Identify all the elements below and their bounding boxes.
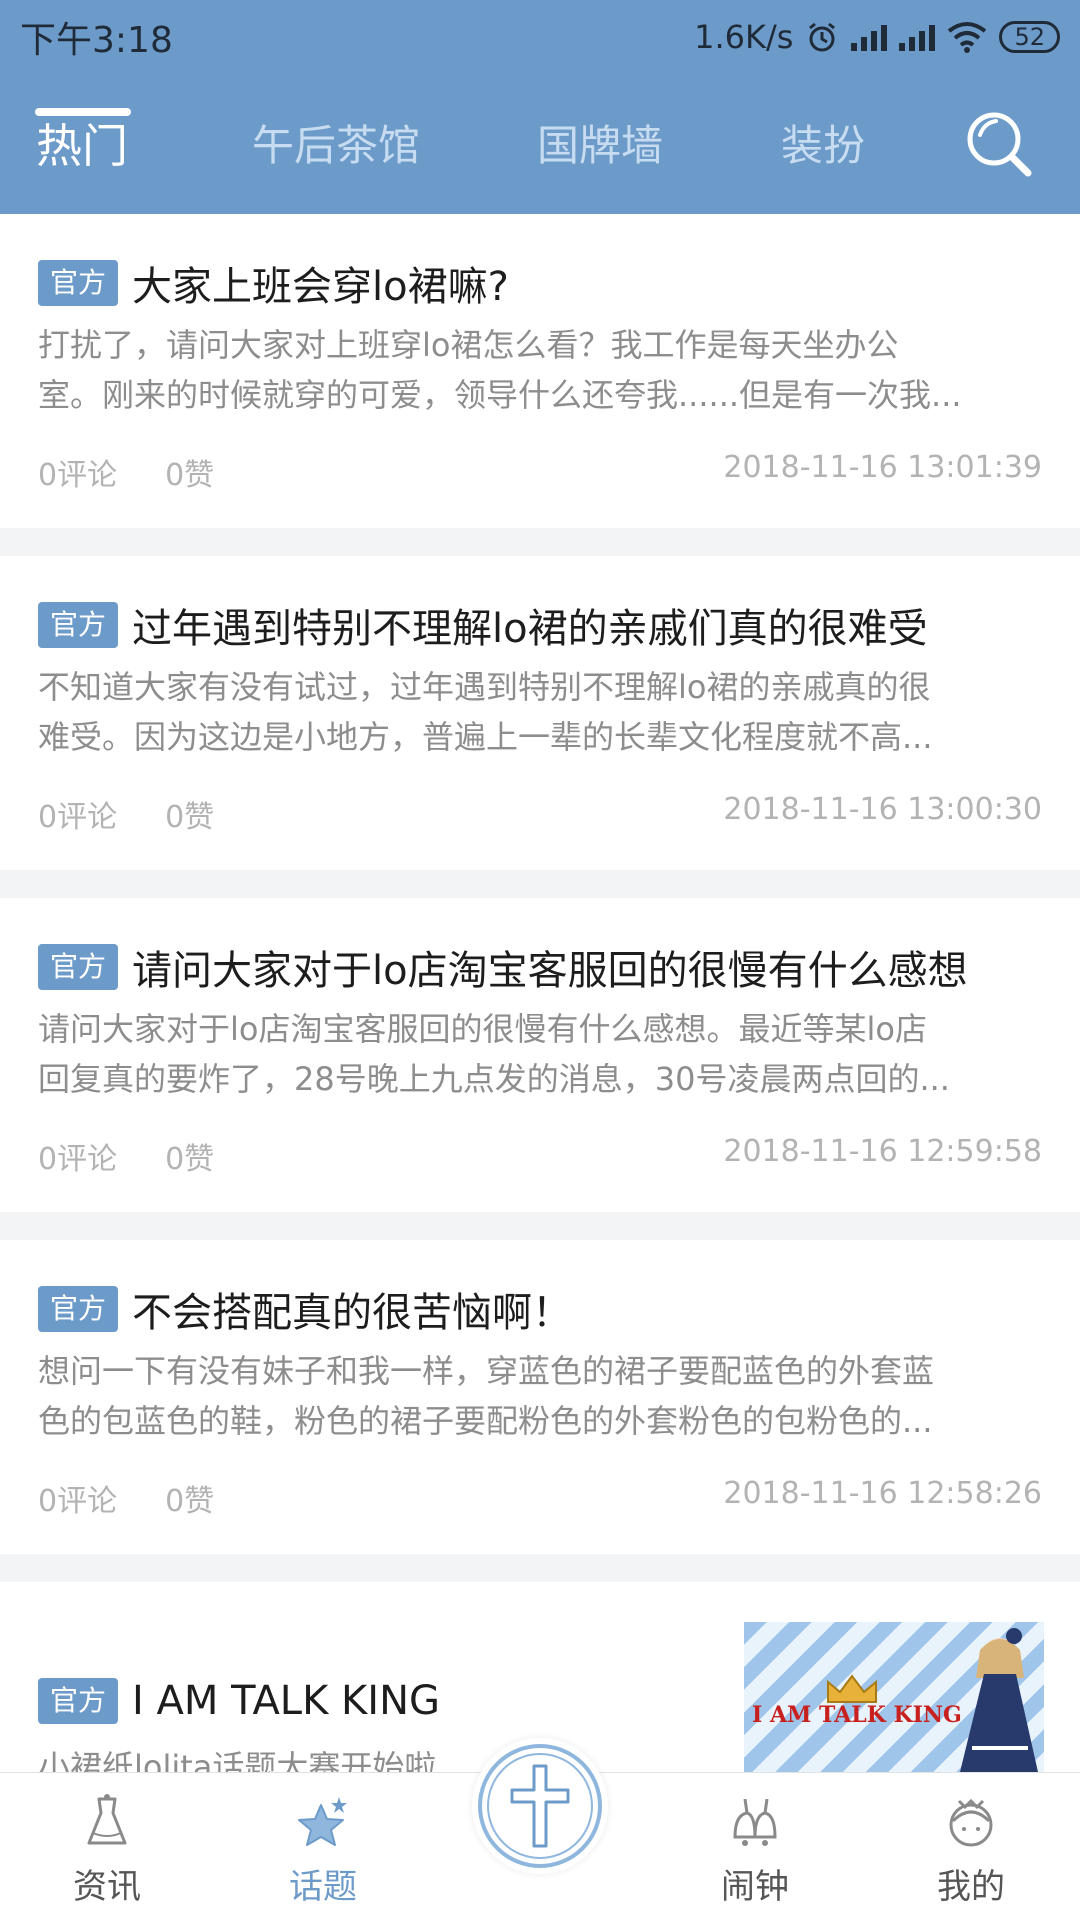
search-button[interactable] (960, 105, 1040, 185)
wifi-icon (948, 22, 987, 53)
signal-icon (851, 23, 888, 51)
like-count: 0赞 (165, 1484, 215, 1519)
dress-icon (87, 1794, 127, 1845)
official-badge: 官方 (38, 260, 119, 306)
app-header: 下午3:18 1.6K/s 52 热门 午后茶馆 国牌墙 装扮 (0, 0, 1080, 214)
tab-dress-up[interactable]: 装扮 (781, 112, 865, 173)
nav-topics[interactable]: 话题 (248, 1773, 398, 1920)
post-excerpt: 打扰了，请问大家对上班穿lo裙怎么看？我工作是每天坐办公 室。刚来的时候就穿的可… (38, 326, 962, 414)
status-bar: 下午3:18 1.6K/s 52 (0, 0, 1080, 74)
nav-news[interactable]: 资讯 (32, 1773, 182, 1920)
status-icons: 1.6K/s 52 (694, 18, 1060, 56)
center-action-button[interactable] (472, 1738, 608, 1874)
post-title: 过年遇到特别不理解lo裙的亲戚们真的很难受 (132, 606, 928, 652)
search-icon (967, 112, 1032, 177)
tab-hot[interactable]: 热门 (36, 110, 128, 176)
post-title: I AM TALK KING (132, 1678, 440, 1724)
girl-face-icon (949, 1798, 993, 1847)
post-excerpt: 请问大家对于lo店淘宝客服回的很慢有什么感想。最近等某lo店 回复真的要炸了，2… (38, 1010, 950, 1098)
post-excerpt: 想问一下有没有妹子和我一样，穿蓝色的裙子要配蓝色的外套蓝 色的包蓝色的鞋，粉色的… (38, 1352, 935, 1440)
post-meta: 0评论 0赞 2018-11-16 12:59:58 (38, 1134, 1042, 1178)
like-count: 0赞 (165, 458, 215, 493)
cross-icon (478, 1744, 602, 1868)
post-title: 不会搭配真的很苦恼啊！ (132, 1290, 573, 1336)
crown-icon (827, 1674, 877, 1703)
post-time: 2018-11-16 12:59:58 (723, 1134, 1042, 1169)
post-title: 大家上班会穿lo裙嘛? (132, 264, 509, 310)
bells-icon (733, 1798, 777, 1846)
lolita-girl-illustration (960, 1628, 1038, 1772)
network-speed: 1.6K/s (694, 18, 794, 56)
nav-label: 闹钟 (721, 1867, 789, 1907)
comment-count: 0评论 (38, 1142, 118, 1177)
post-card[interactable]: 官方 大家上班会穿lo裙嘛? 打扰了，请问大家对上班穿lo裙怎么看？我工作是每天… (0, 214, 1080, 528)
post-meta: 0评论 0赞 2018-11-16 12:58:26 (38, 1476, 1042, 1520)
nav-label: 我的 (937, 1867, 1005, 1907)
alarm-icon (809, 22, 836, 52)
signal-icon-2 (899, 23, 936, 51)
like-count: 0赞 (165, 1142, 215, 1177)
status-time: 下午3:18 (20, 20, 173, 61)
comment-count: 0评论 (38, 458, 118, 493)
official-badge: 官方 (38, 1286, 119, 1332)
post-title: 请问大家对于lo店淘宝客服回的很慢有什么感想 (132, 948, 968, 994)
comment-count: 0评论 (38, 800, 118, 835)
nav-label: 话题 (289, 1867, 357, 1907)
battery-indicator: 52 (999, 21, 1060, 53)
tab-brand-wall[interactable]: 国牌墙 (537, 112, 663, 173)
nav-profile[interactable]: 我的 (896, 1773, 1046, 1920)
like-count: 0赞 (165, 800, 215, 835)
post-card[interactable]: 官方 过年遇到特别不理解lo裙的亲戚们真的很难受 不知道大家有没有试过，过年遇到… (0, 556, 1080, 870)
nav-label: 资讯 (73, 1867, 141, 1907)
official-badge: 官方 (38, 602, 119, 648)
post-time: 2018-11-16 12:58:26 (723, 1476, 1042, 1511)
post-thumbnail[interactable]: I AM TALK KING (744, 1622, 1044, 1772)
post-meta: 0评论 0赞 2018-11-16 13:01:39 (38, 450, 1042, 494)
stars-icon (298, 1797, 347, 1846)
post-card[interactable]: 官方 不会搭配真的很苦恼啊！ 想问一下有没有妹子和我一样，穿蓝色的裙子要配蓝色的… (0, 1240, 1080, 1554)
nav-alarm[interactable]: 闹钟 (680, 1773, 830, 1920)
comment-count: 0评论 (38, 1484, 118, 1519)
official-badge: 官方 (38, 1678, 119, 1724)
post-meta: 0评论 0赞 2018-11-16 13:00:30 (38, 792, 1042, 836)
post-card[interactable]: 官方 请问大家对于lo店淘宝客服回的很慢有什么感想 请问大家对于lo店淘宝客服回… (0, 898, 1080, 1212)
active-tab-indicator (35, 108, 131, 116)
post-time: 2018-11-16 13:01:39 (723, 450, 1042, 485)
top-tabs: 热门 午后茶馆 国牌墙 装扮 (0, 98, 1080, 188)
post-time: 2018-11-16 13:00:30 (723, 792, 1042, 827)
tab-afternoon-tea[interactable]: 午后茶馆 (252, 112, 420, 173)
official-badge: 官方 (38, 944, 119, 990)
post-excerpt: 不知道大家有没有试过，过年遇到特别不理解lo裙的亲戚真的很 难受。因为这边是小地… (38, 668, 933, 756)
thumbnail-caption: I AM TALK KING (752, 1702, 962, 1728)
